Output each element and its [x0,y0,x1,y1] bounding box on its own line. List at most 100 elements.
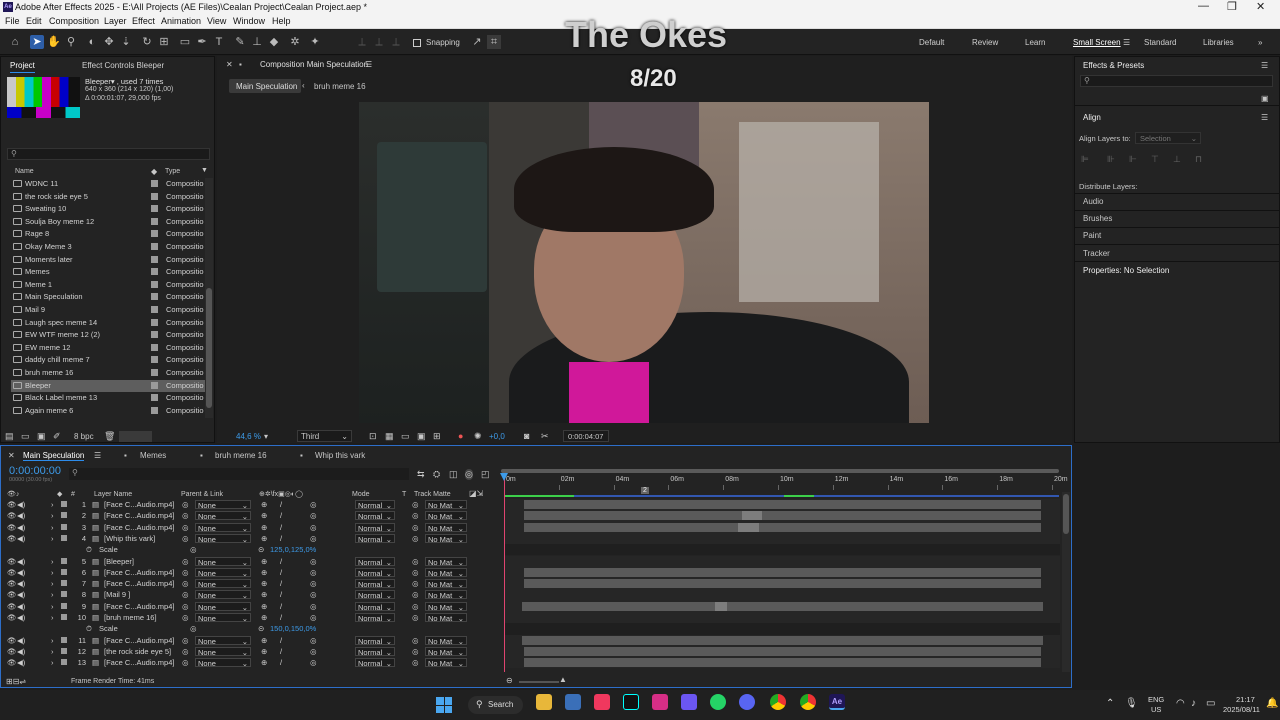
project-item[interactable]: Soulja Boy meme 12 Compositio [11,216,206,229]
quality-switch-icon[interactable]: / [280,579,282,588]
motion-blur-switch-icon[interactable]: ◎ [310,613,317,622]
project-item[interactable]: daddy chill meme 7 Compositio [11,354,206,367]
breadcrumb-main[interactable]: Main Speculation [229,79,301,93]
label-color-icon[interactable] [61,614,67,620]
audio-speaker-icon[interactable]: ◀) [17,579,25,588]
project-item[interactable]: Again meme 6 Compositio [11,405,206,418]
workspace-learn[interactable]: Learn [1025,38,1045,47]
visibility-eye-icon[interactable]: 👁 [7,590,17,599]
parent-dropdown[interactable]: None ⌄ [195,522,251,533]
shy-switch-icon[interactable]: ⊕ [261,511,267,520]
parent-dropdown[interactable]: None ⌄ [195,533,251,544]
parent-dropdown[interactable]: None ⌄ [195,601,251,612]
clock-date[interactable]: 2025/08/11 [1223,705,1260,714]
lock-icon[interactable]: ▪ [239,60,242,69]
mode-dropdown[interactable]: Normal ⌄ [355,590,395,600]
menu-layer[interactable]: Layer [104,16,127,26]
layer-row[interactable]: 👁 ◀) › 2 ▤ [Face C...Audio.mp4] ◎ None ⌄ ⊕ / ◎ Norma… [4,510,499,521]
layer-duration-bar[interactable] [522,635,1043,645]
render-time-toggle-icon[interactable]: ⊞⊟⇌ [6,677,26,686]
volume-icon[interactable]: ♪ [1191,698,1196,709]
track-matte-dropdown[interactable]: No Mat ⌄ [425,613,467,623]
motion-blur-switch-icon[interactable]: ◎ [310,658,317,667]
parent-dropdown[interactable]: None ⌄ [195,567,251,578]
align-bottom-icon[interactable]: ⊓ [1195,154,1202,165]
timeline-timecode[interactable]: 0:00:00:00 [9,465,61,477]
shy-switch-icon[interactable]: ⊕ [261,557,267,566]
quality-switch-icon[interactable]: / [280,511,282,520]
shy-switch-icon[interactable]: ⊕ [261,647,267,656]
expand-arrow-icon[interactable]: › [51,557,54,566]
menu-animation[interactable]: Animation [161,16,201,26]
pan-behind-tool-icon[interactable]: ⊞ [157,35,171,49]
audio-speaker-icon[interactable]: ◀) [17,613,25,622]
close-comp-icon[interactable]: ✕ [226,60,233,69]
comp-timecode[interactable]: 0:00:04:07 [563,430,609,442]
parent-dropdown[interactable]: None ⌄ [195,590,251,600]
project-item[interactable]: Moments later Compositio [11,254,206,267]
shy-layers-icon[interactable]: ◫ [449,469,458,480]
parent-dropdown[interactable]: None ⌄ [195,635,251,646]
exposure-reset-icon[interactable]: ✺ [474,431,482,442]
track-matte-dropdown[interactable]: No Mat ⌄ [425,658,467,668]
snap-grid-icon[interactable]: ⌗ [487,35,501,49]
pick-whip-icon[interactable]: ◎ [190,545,197,554]
audio-speaker-icon[interactable]: ◀) [17,568,25,577]
constrain-icon[interactable]: ⊝ [258,624,264,633]
matte-pickwhip-icon[interactable]: ◎ [412,647,419,656]
layer-row[interactable]: 👁 ◀) › 11 ▤ [Face C...Audio.mp4] ◎ None ⌄ ⊕ / ◎ Norm… [4,635,499,646]
delete-icon[interactable]: 🗑 [104,431,115,442]
pick-whip-icon[interactable]: ◎ [190,624,197,633]
layer-row[interactable]: 👁 ◀) › 7 ▤ [Face C...Audio.mp4] ◎ None ⌄ ⊕ / ◎ Norma… [4,578,499,589]
color-channel-icon[interactable]: ● [458,431,463,441]
audio-speaker-icon[interactable]: ◀) [17,590,25,599]
expand-panes-icon[interactable]: ◪⇲ [469,489,483,498]
workspace-default[interactable]: Default [919,38,944,47]
project-search-input[interactable]: ⚲ [7,148,210,160]
layer-duration-bar[interactable] [524,579,1041,589]
track-matte-dropdown[interactable]: No Mat ⌄ [425,601,467,612]
new-folder-icon[interactable]: ▭ [21,431,30,442]
layer-name[interactable]: [Face C...Audio.mp4] [104,500,174,509]
chrome-icon[interactable] [770,694,786,710]
layer-highlight-bar[interactable] [715,601,727,611]
graph-editor-icon[interactable]: ◰ [481,469,490,480]
windows-start-icon[interactable] [436,697,452,713]
track-matte-dropdown[interactable]: No Mat ⌄ [425,579,467,589]
notification-icon[interactable]: 🔔 [1266,698,1278,709]
visibility-eye-icon[interactable]: 👁 [7,658,17,667]
shy-switch-icon[interactable]: ⊕ [261,602,267,611]
brush-tool-icon[interactable]: ✎ [233,35,247,49]
layer-name[interactable]: [Face C...Audio.mp4] [104,511,174,520]
region-of-interest-icon[interactable]: ⊡ [369,431,377,442]
visibility-eye-icon[interactable]: 👁 [7,523,17,532]
matte-pickwhip-icon[interactable]: ◎ [412,500,419,509]
pick-whip-icon[interactable]: ◎ [182,647,189,656]
matte-pickwhip-icon[interactable]: ◎ [412,602,419,611]
layer-row[interactable]: 👁 ◀) › 8 ▤ [Mail 9 ] ◎ None ⌄ ⊕ / ◎ Normal ⌄ ◎ No Mat ⌄ [4,589,499,600]
timeline-tab-main[interactable]: Main Speculation [23,451,85,461]
store-icon[interactable] [565,694,581,710]
project-item[interactable]: Sweating 10 Compositio [11,203,206,216]
layer-row[interactable]: 👁 ◀) › 6 ▤ [Face C...Audio.mp4] ◎ None ⌄ ⊕ / ◎ Norma… [4,567,499,578]
layer-duration-bar[interactable] [524,646,1041,656]
layer-name[interactable]: [Face C...Audio.mp4] [104,523,174,532]
property-row-scale[interactable]: ⏱ Scale ◎ ⊝ 150,0,150,0% [4,623,499,634]
battery-icon[interactable]: ▭ [1206,698,1215,709]
project-item[interactable]: Rage 8 Compositio [11,228,206,241]
label-color-icon[interactable] [61,591,67,598]
track-matte-dropdown[interactable]: No Mat ⌄ [425,500,467,510]
workspace-small-screen[interactable]: Small Screen [1073,38,1121,47]
selection-tool-icon[interactable]: ➤ [30,35,44,49]
visibility-eye-icon[interactable]: 👁 [7,511,17,520]
align-vcenter-icon[interactable]: ⊥ [1173,154,1181,165]
discord-icon[interactable] [739,694,755,710]
column-menu-icon[interactable]: ▼ [201,167,208,174]
constrain-icon[interactable]: ⊝ [258,545,264,554]
expand-arrow-icon[interactable]: › [51,658,54,667]
guides-icon[interactable]: ▣ [417,431,426,442]
pick-whip-icon[interactable]: ◎ [182,602,189,611]
matte-pickwhip-icon[interactable]: ◎ [412,557,419,566]
expand-arrow-icon[interactable]: › [51,613,54,622]
motion-blur-switch-icon[interactable]: ◎ [310,636,317,645]
